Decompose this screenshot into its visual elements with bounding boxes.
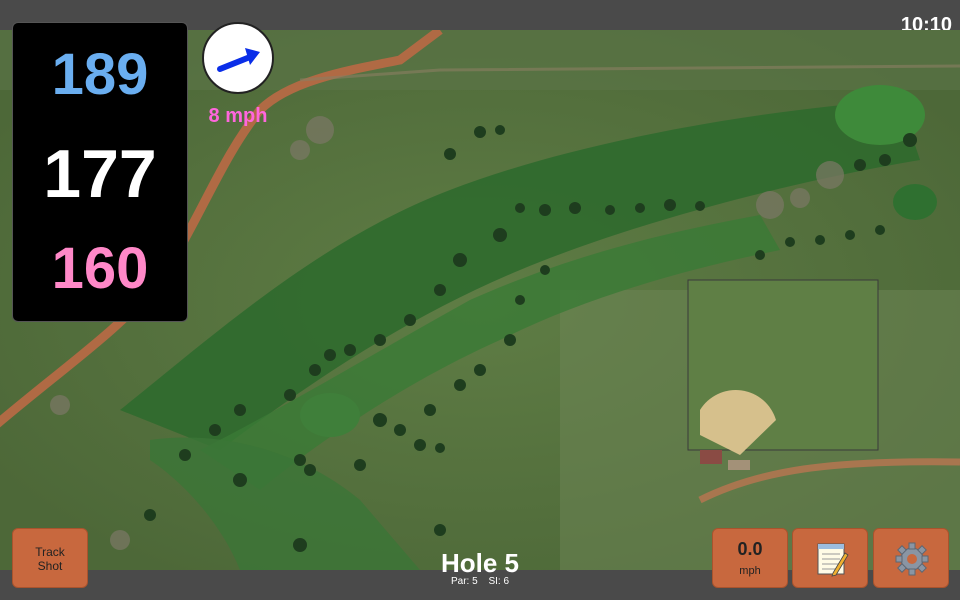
distance-panel: 189 177 160 xyxy=(12,22,188,322)
notepad-icon xyxy=(817,543,849,577)
gear-icon xyxy=(895,542,929,576)
notes-button[interactable] xyxy=(792,528,868,588)
middle-distance: 177 xyxy=(43,136,157,212)
wind-arrow-icon xyxy=(217,48,260,72)
hole-par: Par: 5 xyxy=(450,576,478,587)
settings-button[interactable] xyxy=(873,528,949,588)
hole-title: Hole 5 xyxy=(440,548,520,578)
wind-speed: 8 mph xyxy=(208,105,268,127)
speed-button[interactable]: 0.0 mph xyxy=(712,528,788,588)
track-shot-label-line2: Shot xyxy=(37,559,63,573)
speed-value: 0.0 xyxy=(737,539,763,559)
wind-direction-indicator xyxy=(202,22,274,94)
hole-stroke-index: SI: 6 xyxy=(488,576,510,587)
speed-unit: mph xyxy=(739,565,761,577)
back-distance: 189 xyxy=(51,42,149,107)
track-shot-button[interactable]: Track Shot xyxy=(12,528,88,588)
hole-meta: Par: 5 SI: 6 xyxy=(380,576,580,587)
front-distance: 160 xyxy=(51,236,149,301)
track-shot-label-line1: Track xyxy=(35,545,65,559)
